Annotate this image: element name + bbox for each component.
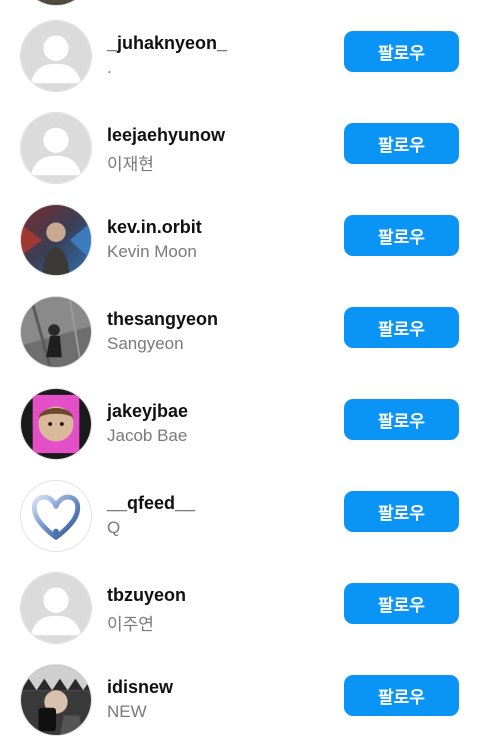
username[interactable]: thesangyeon xyxy=(107,309,218,330)
follow-button[interactable]: 팔로우 xyxy=(344,307,459,348)
username[interactable]: kev.in.orbit xyxy=(107,217,202,238)
full-name: Sangyeon xyxy=(107,334,184,353)
follow-button[interactable]: 팔로우 xyxy=(344,491,459,532)
full-name: Kevin Moon xyxy=(107,242,197,261)
full-name: Q xyxy=(107,518,121,537)
chrome-heart-logo[interactable] xyxy=(20,480,92,552)
suggested-users-list: _juhaknyeon_ . 팔로우 leejaehyunow 이재현 팔로우 xyxy=(0,0,480,749)
follow-button[interactable]: 팔로우 xyxy=(344,215,459,256)
username[interactable]: jakeyjbae xyxy=(107,401,188,422)
user-row[interactable]: idisnew NEW 팔로우 xyxy=(0,654,480,746)
full-name: NEW xyxy=(107,702,147,721)
username[interactable]: idisnew xyxy=(107,677,173,698)
full-name: . xyxy=(107,58,112,77)
user-row[interactable]: _juhaknyeon_ . 팔로우 xyxy=(0,10,480,102)
follow-button[interactable]: 팔로우 xyxy=(344,675,459,716)
follow-button[interactable]: 팔로우 xyxy=(344,31,459,72)
full-name: 이재현 xyxy=(107,155,154,174)
user-row[interactable]: tbzuyeon 이주연 팔로우 xyxy=(0,562,480,654)
default-avatar-icon[interactable] xyxy=(20,572,92,644)
full-name: Jacob Bae xyxy=(107,426,188,445)
username[interactable]: _juhaknyeon_ xyxy=(107,33,227,54)
profile-photo[interactable] xyxy=(20,296,92,368)
avatar-partially-visible[interactable] xyxy=(20,0,92,6)
user-row[interactable]: leejaehyunow 이재현 팔로우 xyxy=(0,102,480,194)
profile-photo[interactable] xyxy=(20,388,92,460)
user-row[interactable]: __qfeed__ Q 팔로우 xyxy=(0,470,480,562)
username[interactable]: leejaehyunow xyxy=(107,125,225,146)
profile-photo[interactable] xyxy=(20,204,92,276)
user-row[interactable]: thesangyeon Sangyeon 팔로우 xyxy=(0,286,480,378)
follow-button[interactable]: 팔로우 xyxy=(344,123,459,164)
default-avatar-icon[interactable] xyxy=(20,112,92,184)
default-avatar-icon[interactable] xyxy=(20,20,92,92)
follow-button[interactable]: 팔로우 xyxy=(344,399,459,440)
profile-photo[interactable] xyxy=(20,664,92,736)
username[interactable]: tbzuyeon xyxy=(107,585,186,606)
username[interactable]: __qfeed__ xyxy=(107,493,195,514)
user-row[interactable]: kev.in.orbit Kevin Moon 팔로우 xyxy=(0,194,480,286)
full-name: 이주연 xyxy=(107,615,154,634)
follow-button[interactable]: 팔로우 xyxy=(344,583,459,624)
user-row[interactable]: jakeyjbae Jacob Bae 팔로우 xyxy=(0,378,480,470)
